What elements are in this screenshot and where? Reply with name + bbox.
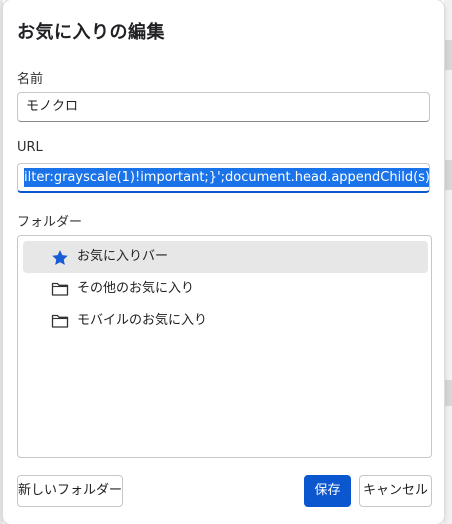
backdrop-right — [444, 0, 452, 524]
url-input[interactable]: ilter:grayscale(1)!important;}';document… — [17, 163, 430, 193]
folder-item-label: その他のお気に入り — [77, 281, 195, 296]
new-folder-button[interactable]: 新しいフォルダー — [17, 475, 123, 507]
folder-tree[interactable]: お気に入りバー その他のお気に入り モバイルのお気に入り — [17, 235, 432, 458]
name-input[interactable]: モノクロ — [17, 92, 430, 122]
name-label: 名前 — [17, 72, 44, 87]
name-input-value: モノクロ — [26, 99, 79, 114]
url-label: URL — [17, 140, 43, 155]
folder-label: フォルダー — [17, 215, 83, 230]
backdrop-band — [444, 160, 452, 190]
folder-item-mobile-favorites[interactable]: モバイルのお気に入り — [23, 305, 428, 337]
save-button[interactable]: 保存 — [304, 475, 351, 507]
cancel-button[interactable]: キャンセル — [359, 475, 432, 507]
dialog-title: お気に入りの編集 — [17, 22, 165, 43]
edit-favorite-dialog: お気に入りの編集 名前 モノクロ URL ilter:grayscale(1)!… — [3, 0, 444, 524]
folder-icon — [51, 313, 69, 329]
folder-item-label: お気に入りバー — [77, 249, 169, 264]
folder-item-label: モバイルのお気に入り — [77, 313, 208, 328]
star-icon — [51, 249, 69, 265]
folder-icon — [51, 281, 69, 297]
folder-item-favorites-bar[interactable]: お気に入りバー — [23, 241, 428, 273]
backdrop-band — [444, 40, 452, 70]
backdrop-band — [444, 380, 452, 406]
url-input-value: ilter:grayscale(1)!important;}';document… — [24, 168, 429, 187]
folder-item-other-favorites[interactable]: その他のお気に入り — [23, 273, 428, 305]
